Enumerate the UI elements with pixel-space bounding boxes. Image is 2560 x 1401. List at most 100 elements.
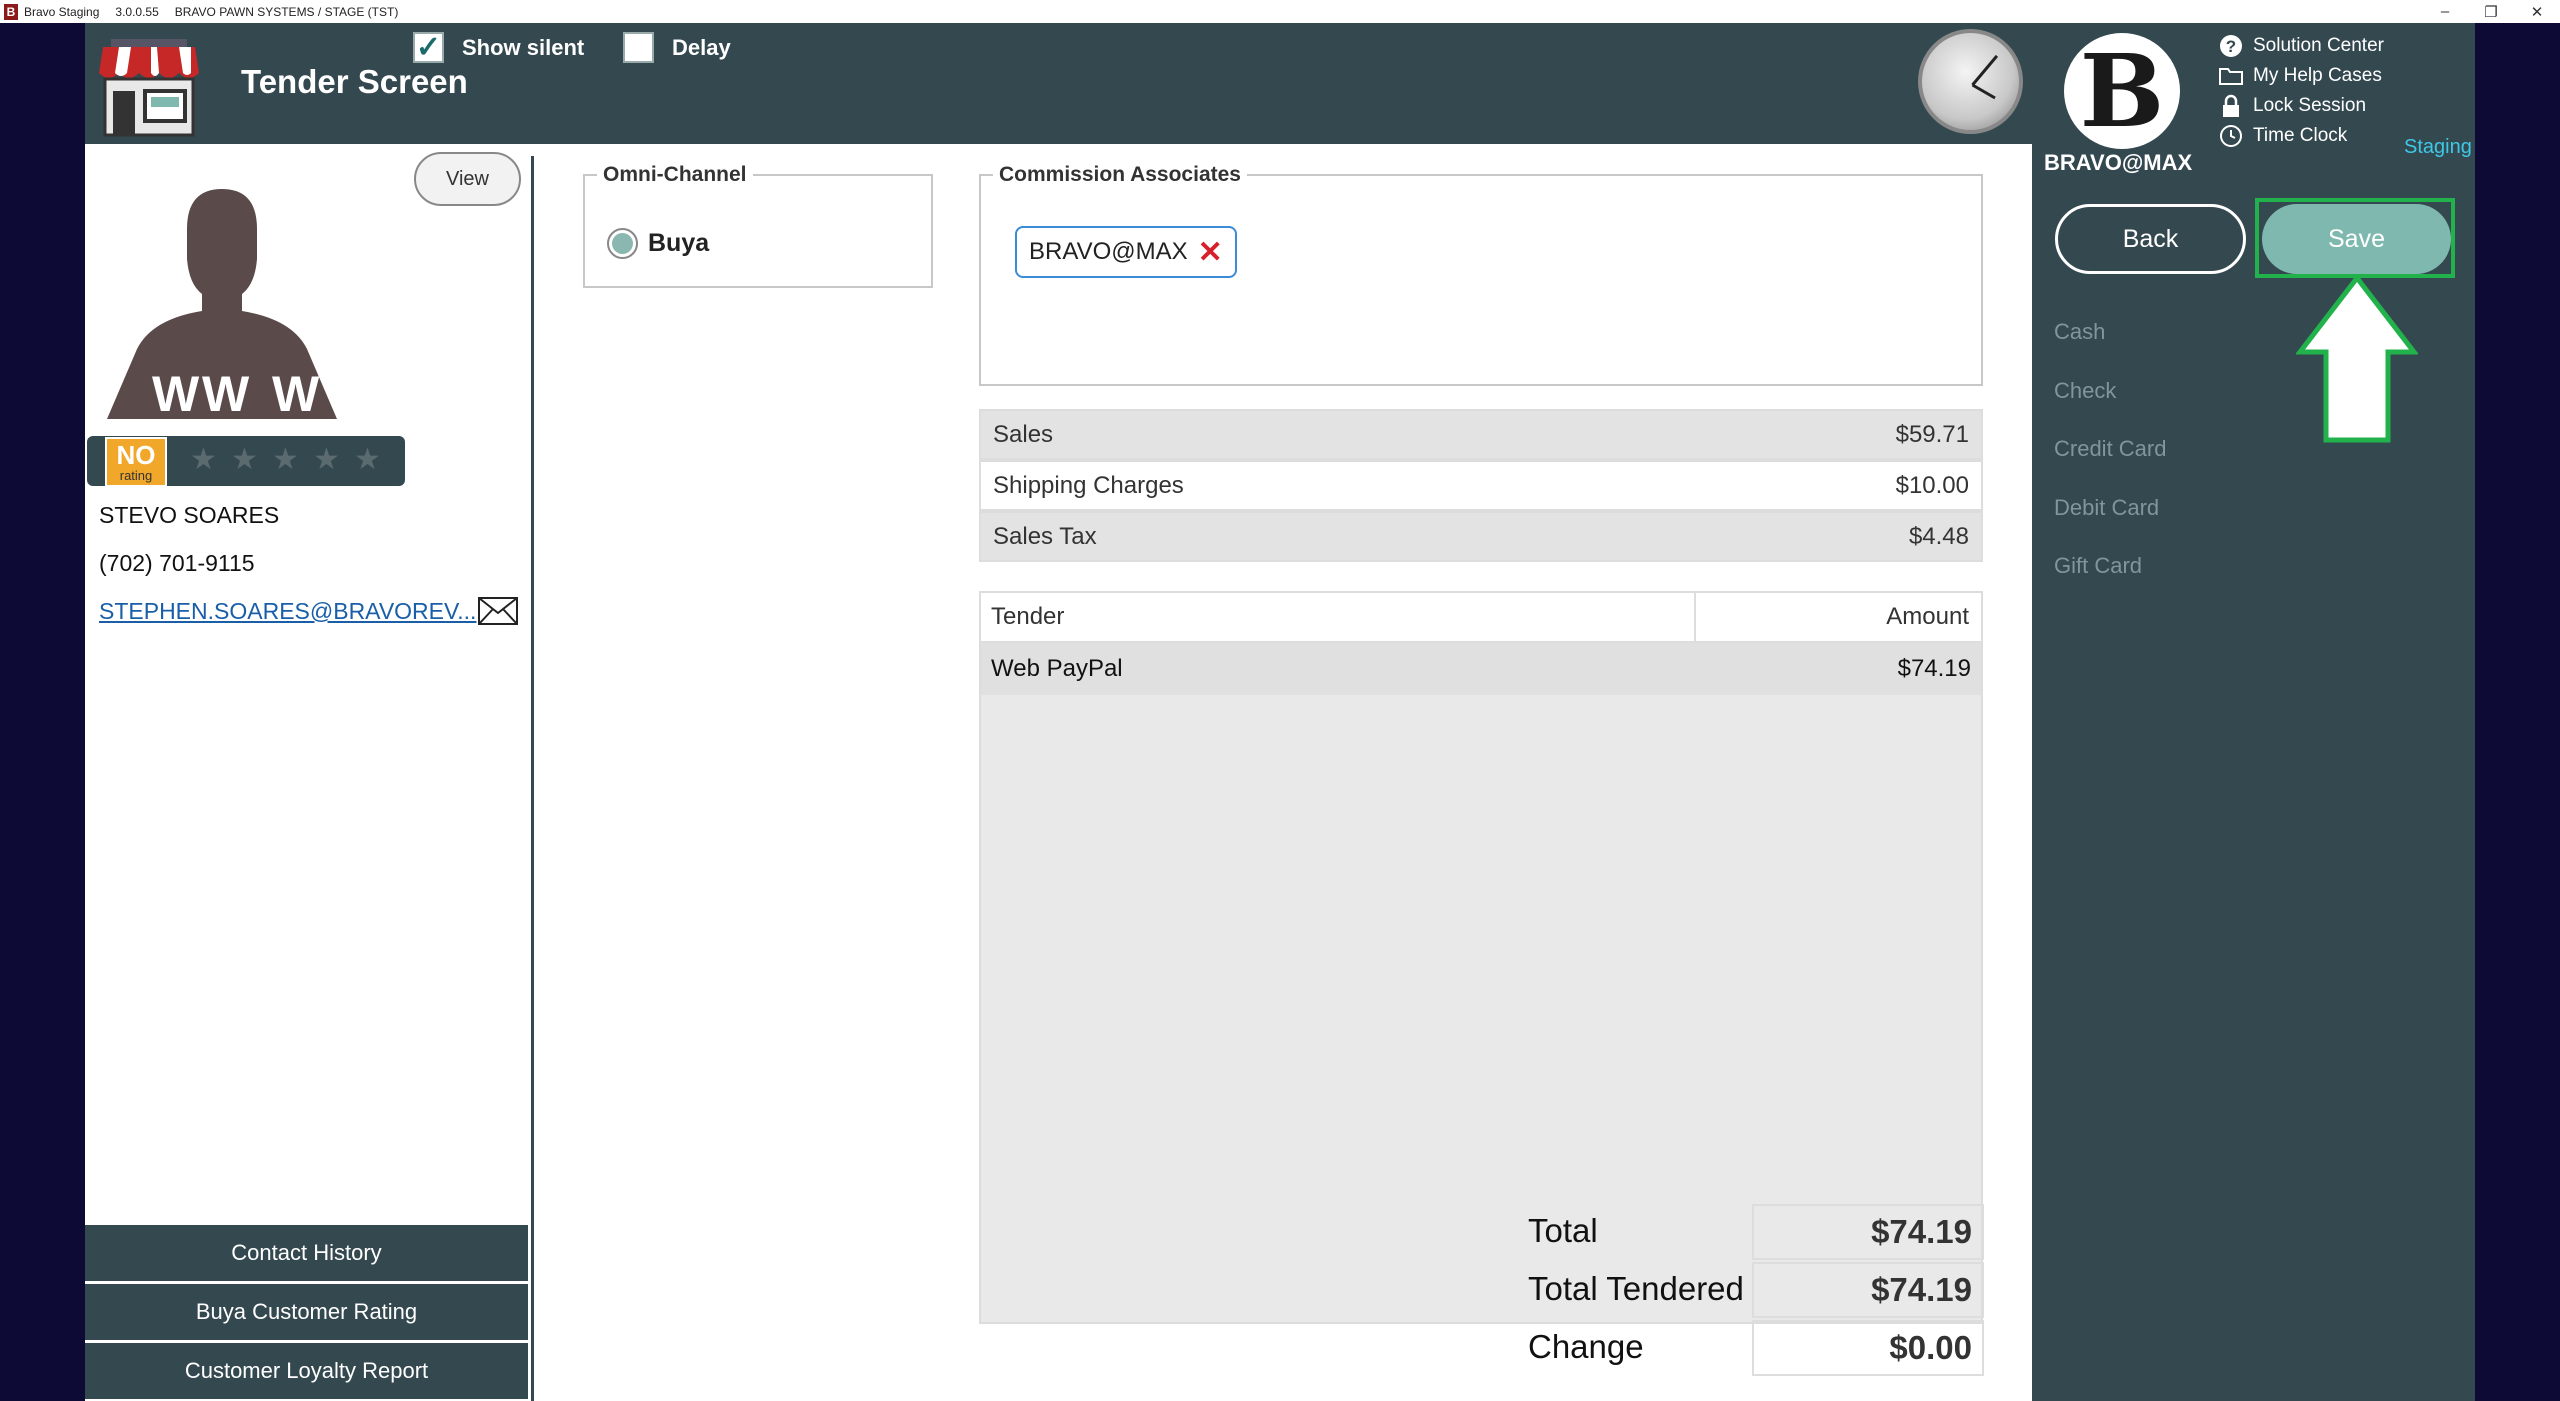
current-user-name: BRAVO@MAX [2044,150,2193,175]
commission-associates-group: Commission Associates BRAVO@MAX ✕ [979,163,1983,386]
associate-chip[interactable]: BRAVO@MAX ✕ [1015,226,1237,278]
commission-associates-legend: Commission Associates [993,163,1247,187]
folder-icon [2219,64,2243,88]
customer-silhouette-icon: W W W [107,189,337,419]
checkmark-icon: ✓ [413,32,444,63]
lock-session-link[interactable]: Lock Session [2219,91,2384,121]
svg-text:?: ? [2226,37,2236,56]
tender-type-gift-card[interactable]: Gift Card [2054,537,2166,596]
tender-type-list: Cash Check Credit Card Debit Card Gift C… [2054,303,2166,596]
main-content: View W W W NO rating ★ ★ ★ ★ ★ STEVO SOA… [85,144,2032,1401]
amount-column-header[interactable]: Amount [1696,593,1981,641]
save-button[interactable]: Save [2262,204,2451,274]
back-button[interactable]: Back [2055,204,2246,274]
star-icon: ★ [313,443,340,476]
star-icon: ★ [231,443,258,476]
my-help-cases-label: My Help Cases [2253,65,2382,86]
window-titlebar: B Bravo Staging 3.0.0.55 BRAVO PAWN SYST… [0,0,2560,23]
change-row: Change $0.00 [1528,1318,1984,1376]
up-arrow-icon [2296,274,2418,443]
summary-label: Sales [993,420,1054,448]
tender-table-header: Tender Amount [981,593,1981,643]
customer-phone: (702) 701-9115 [99,550,255,576]
time-clock-label: Time Clock [2253,125,2348,146]
my-help-cases-link[interactable]: My Help Cases [2219,61,2384,91]
summary-row-shipping: Shipping Charges $10.00 [979,460,1983,511]
summary-value: $10.00 [1895,471,1969,499]
delay-checkbox[interactable]: Delay [623,32,731,63]
customer-email-link[interactable]: STEPHEN.SOARES@BRAVOREV... [99,598,476,625]
total-tendered-label: Total Tendered [1528,1270,1744,1307]
help-links: ? Solution Center My Help Cases Lock Ses… [2219,31,2384,151]
svg-text:W: W [152,366,200,419]
rating-badge-caption: rating [119,467,153,483]
table-row[interactable]: Web PayPal $74.19 [981,643,1981,695]
tender-type-check[interactable]: Check [2054,362,2166,421]
delay-label: Delay [672,34,731,60]
summary-row-tax: Sales Tax $4.48 [979,511,1983,562]
total-value: $74.19 [1752,1204,1984,1260]
customer-name: STEVO SOARES [99,502,280,528]
lock-icon [2219,94,2243,118]
omni-channel-group: Omni-Channel Buya [583,163,933,288]
amount-cell: $74.19 [1897,655,1971,682]
omni-channel-legend: Omni-Channel [597,163,753,187]
environment-label: Staging [2404,136,2472,158]
minimize-button[interactable]: – [2422,0,2468,23]
rating-stars: ★ ★ ★ ★ ★ [183,442,388,477]
sales-summary-table: Sales $59.71 Shipping Charges $10.00 Sal… [979,409,1983,562]
app-environment: BRAVO PAWN SYSTEMS / STAGE (TST) [174,4,399,19]
radio-selected-icon [607,228,638,259]
tender-column-header[interactable]: Tender [981,593,1696,641]
summary-value: $59.71 [1895,420,1969,448]
checkbox-empty-icon [623,32,654,63]
svg-text:W: W [202,366,250,419]
change-label: Change [1528,1328,1644,1365]
solution-center-link[interactable]: ? Solution Center [2219,31,2384,61]
associate-name: BRAVO@MAX [1029,238,1188,265]
total-tendered-row: Total Tendered $74.19 [1528,1260,1984,1318]
totals-panel: Total $74.19 Total Tendered $74.19 Chang… [1528,1202,1984,1376]
total-label: Total [1528,1212,1598,1249]
star-icon: ★ [190,443,217,476]
remove-associate-icon[interactable]: ✕ [1198,235,1223,270]
time-clock-link[interactable]: Time Clock [2219,121,2384,151]
lock-session-label: Lock Session [2253,95,2367,116]
app-name: Bravo Staging [24,4,100,19]
summary-label: Shipping Charges [993,471,1184,499]
customer-loyalty-report-button[interactable]: Customer Loyalty Report [85,1343,528,1399]
right-panel: B BRAVO@MAX ? Solution Center My Help Ca… [2032,23,2475,1401]
app-logo-icon: B [4,3,18,20]
show-silent-label: Show silent [462,34,585,60]
customer-panel-divider [531,156,534,1401]
clock-icon [1918,29,2023,134]
total-tendered-value: $74.19 [1752,1262,1984,1318]
user-avatar-logo[interactable]: B [2064,33,2180,149]
total-row: Total $74.19 [1528,1202,1984,1260]
solution-center-label: Solution Center [2253,35,2384,56]
star-icon: ★ [354,443,381,476]
change-value: $0.00 [1752,1320,1984,1376]
tender-type-debit-card[interactable]: Debit Card [2054,479,2166,538]
star-icon: ★ [272,443,299,476]
tender-type-cash[interactable]: Cash [2054,303,2166,362]
svg-text:W: W [272,366,320,419]
tender-cell: Web PayPal [991,655,1123,682]
store-icon[interactable] [97,31,201,137]
close-button[interactable]: ✕ [2514,0,2560,23]
summary-value: $4.48 [1908,522,1969,550]
summary-label: Sales Tax [993,522,1097,550]
buya-customer-rating-button[interactable]: Buya Customer Rating [85,1284,528,1340]
contact-history-button[interactable]: Contact History [85,1225,528,1281]
tender-type-credit-card[interactable]: Credit Card [2054,420,2166,479]
question-icon: ? [2219,34,2243,58]
no-rating-badge: NO rating [105,437,167,487]
mail-icon[interactable] [478,597,518,625]
view-customer-button[interactable]: View [414,152,521,206]
show-silent-checkbox[interactable]: ✓ Show silent [413,32,584,63]
omni-channel-radio-buya[interactable]: Buya [607,228,709,259]
restore-button[interactable]: ❐ [2468,0,2514,23]
omni-channel-option-label: Buya [648,229,710,257]
clock-small-icon [2219,124,2243,148]
app-header: Tender Screen ✓ Show silent Delay [85,23,2032,144]
